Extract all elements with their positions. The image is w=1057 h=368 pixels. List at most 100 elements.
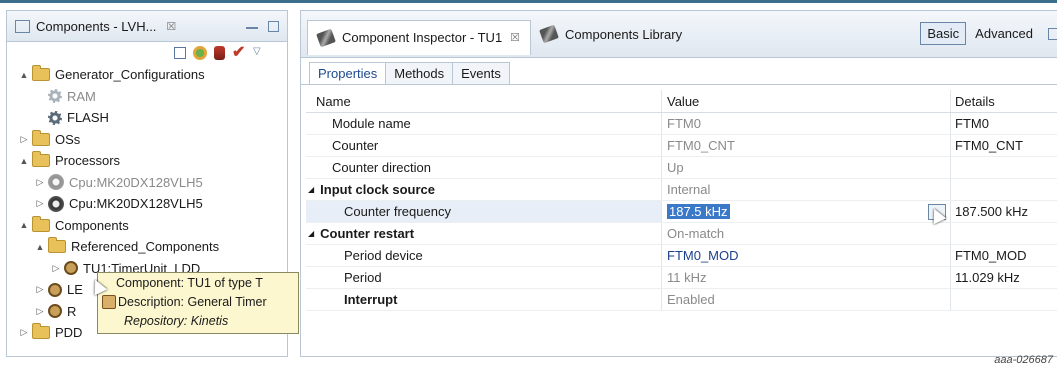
property-row[interactable]: Module name FTM0 FTM0 <box>306 113 1057 135</box>
properties-grid: Name Value Details Module name FTM0 FTM0 Co… <box>306 90 1057 311</box>
tab-methods[interactable]: Methods <box>385 62 454 84</box>
components-toolbar: ✔ ▽ <box>7 42 287 64</box>
property-name: Counter restart <box>320 226 415 241</box>
tree-item[interactable]: ▷ Cpu:MK20DX128VLH5 <box>35 172 203 193</box>
property-row[interactable]: Counter frequency 187.5 kHz 187.500 kHz <box>306 201 1057 223</box>
property-name: Period <box>344 270 382 285</box>
column-header-details[interactable]: Details <box>950 90 1057 112</box>
tree-item[interactable]: ▷ Cpu:MK20DX128VLH5 <box>35 193 203 214</box>
property-value: Enabled <box>667 292 715 307</box>
property-name-cell: ◢ Input clock source <box>306 179 661 200</box>
property-details-cell <box>950 157 1057 178</box>
tooltip-description-line: Description: General Timer <box>118 294 267 309</box>
property-name-cell: Counter frequency <box>306 201 661 222</box>
property-row[interactable]: ◢ Input clock source Internal <box>306 179 1057 201</box>
property-value-cell[interactable]: Internal <box>661 179 950 200</box>
property-row[interactable]: Period 11 kHz 11.029 kHz <box>306 267 1057 289</box>
collapsed-twisty-icon[interactable]: ▷ <box>35 198 45 209</box>
tree-item[interactable]: FLASH <box>35 107 109 128</box>
property-name-cell: Counter <box>306 135 661 156</box>
tree-item[interactable]: ▷ LE <box>35 279 83 300</box>
collapsed-twisty-icon[interactable]: ▷ <box>19 134 29 145</box>
folder-icon <box>32 65 50 81</box>
tree-item[interactable]: ▲ Referenced_Components <box>35 236 219 257</box>
property-value-cell[interactable]: FTM0_MOD <box>661 245 950 266</box>
column-header-value[interactable]: Value <box>661 90 950 112</box>
folder-icon <box>48 237 66 253</box>
maximize-icon[interactable] <box>268 20 279 32</box>
property-value-cell[interactable]: FTM0_CNT <box>661 135 950 156</box>
tab-component-inspector[interactable]: Component Inspector - TU1 ☒ <box>307 19 532 55</box>
collapsed-twisty-icon[interactable]: ▷ <box>35 284 45 295</box>
expanded-twisty-icon[interactable]: ▲ <box>19 70 29 80</box>
tab-components-library[interactable]: Components Library <box>531 19 692 49</box>
folder-icon <box>32 323 50 339</box>
tree-item[interactable]: ▲ Generator_Configurations <box>19 64 205 85</box>
refresh-icon[interactable] <box>193 46 207 60</box>
tree-item[interactable]: ▷ PDD <box>19 322 82 343</box>
close-icon[interactable]: ☒ <box>510 31 520 44</box>
property-value-cell[interactable]: FTM0 <box>661 113 950 134</box>
property-value-cell[interactable]: 11 kHz <box>661 267 950 288</box>
property-name: Input clock source <box>320 182 436 197</box>
tree-item-label: Cpu:MK20DX128VLH5 <box>69 174 203 190</box>
property-name: Period device <box>344 248 423 263</box>
property-value-cell[interactable]: 187.5 kHz <box>661 201 950 222</box>
tab-events[interactable]: Events <box>452 62 510 84</box>
advanced-mode-button[interactable]: Advanced <box>968 22 1040 45</box>
tree-item-label: LE <box>67 282 83 297</box>
collapsed-twisty-icon[interactable]: ▷ <box>51 263 61 274</box>
property-row[interactable]: Counter FTM0_CNT FTM0_CNT <box>306 135 1057 157</box>
tree-item[interactable]: RAM <box>35 86 96 107</box>
tooltip-repository-line: Repository: Kinetis <box>124 313 229 328</box>
column-header-name[interactable]: Name <box>306 90 661 112</box>
property-name-cell: Module name <box>306 113 661 134</box>
tree-item-label: Processors <box>55 153 121 168</box>
collapsed-twisty-icon[interactable]: ▷ <box>35 177 45 188</box>
property-value: FTM0 <box>667 116 701 131</box>
tooltip-component-line: Component: TU1 of type T <box>116 275 263 290</box>
minimize-icon[interactable] <box>246 26 258 29</box>
tree-item-label: Cpu:MK20DX128VLH5 <box>69 196 203 211</box>
expanded-twisty-icon[interactable]: ▲ <box>35 242 45 252</box>
expanded-twisty-icon[interactable]: ◢ <box>308 229 314 238</box>
property-value-cell[interactable]: Enabled <box>661 289 950 310</box>
property-row[interactable]: Period device FTM0_MOD FTM0_MOD <box>306 245 1057 267</box>
property-row[interactable]: Interrupt Enabled <box>306 289 1057 311</box>
expanded-twisty-icon[interactable]: ▲ <box>19 220 29 230</box>
collapsed-twisty-icon[interactable]: ▷ <box>35 306 45 317</box>
tree-item[interactable]: ▷ R <box>35 301 77 322</box>
property-value-cell[interactable]: On-match <box>661 223 950 244</box>
restore-icon[interactable] <box>1048 27 1057 40</box>
expanded-twisty-icon[interactable]: ▲ <box>19 156 29 166</box>
property-details-cell: 11.029 kHz <box>950 267 1057 288</box>
tree-item[interactable]: ▲ Processors <box>19 150 120 171</box>
folder-icon <box>32 151 50 167</box>
basic-mode-button[interactable]: Basic <box>920 22 967 45</box>
property-value: 11 kHz <box>667 270 707 285</box>
property-details-cell: FTM0_CNT <box>950 135 1057 156</box>
tree-item-label: PDD <box>55 325 83 340</box>
property-row[interactable]: Counter direction Up <box>306 157 1057 179</box>
tab-label: Components Library <box>565 26 683 42</box>
view-menu-icon[interactable]: ▽ <box>253 46 267 60</box>
tree-item[interactable]: ▲ Components <box>19 215 129 236</box>
close-icon[interactable]: ☒ <box>166 20 176 33</box>
tab-properties[interactable]: Properties <box>309 62 387 84</box>
expanded-twisty-icon[interactable]: ◢ <box>308 185 314 194</box>
property-row[interactable]: ◢ Counter restart On-match <box>306 223 1057 245</box>
property-value: 187.5 kHz <box>667 204 730 219</box>
property-name-cell: Interrupt <box>306 289 661 310</box>
collapse-all-icon[interactable] <box>174 47 186 59</box>
tree-item[interactable]: ▷ OSs <box>19 129 80 150</box>
property-details-cell <box>950 179 1057 200</box>
property-value-cell[interactable]: Up <box>661 157 950 178</box>
checkmark-icon[interactable]: ✔ <box>232 45 246 61</box>
property-name-cell: ◢ Counter restart <box>306 223 661 244</box>
collapsed-twisty-icon[interactable]: ▷ <box>19 327 29 338</box>
figure-caption: aaa-026687 <box>994 354 1053 366</box>
property-value: FTM0_CNT <box>667 138 735 153</box>
property-name: Counter frequency <box>344 204 451 219</box>
export-icon[interactable] <box>214 46 225 60</box>
components-view-tab[interactable]: Components - LVH... ☒ <box>7 11 287 42</box>
